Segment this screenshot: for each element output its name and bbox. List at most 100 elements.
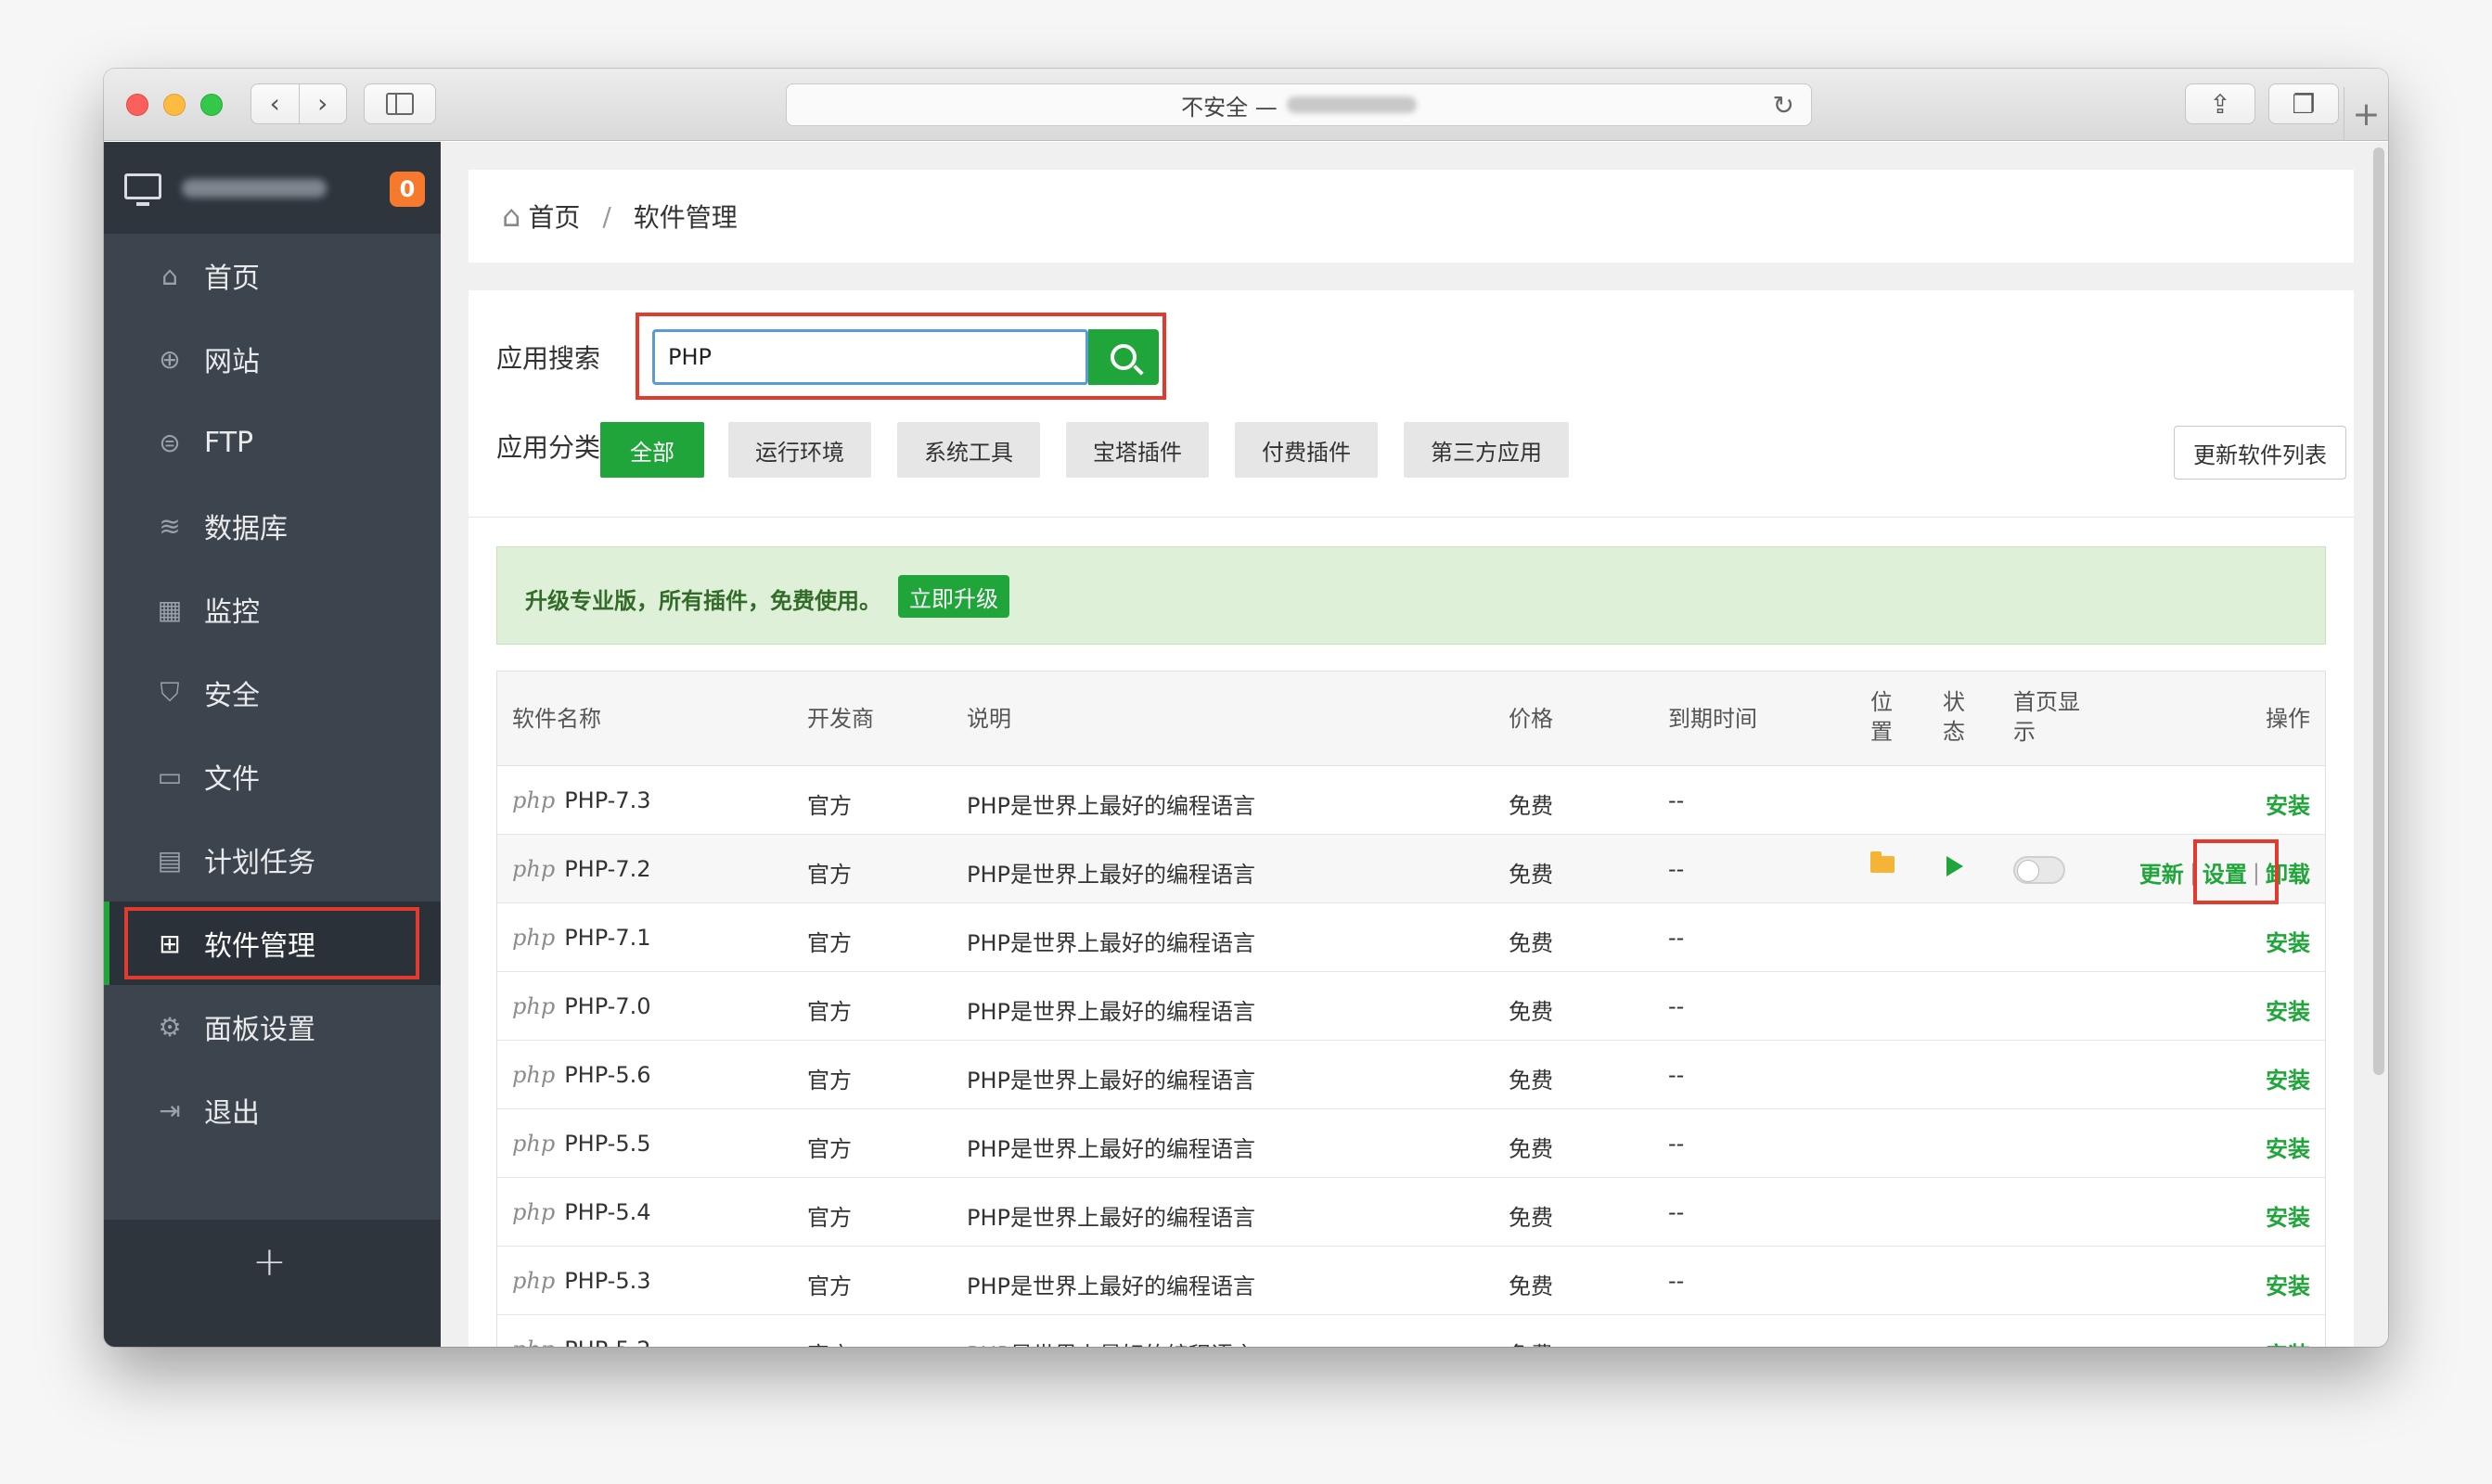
expire-cell: --	[1668, 1268, 1685, 1294]
forward-button[interactable]: ›	[298, 84, 347, 123]
zoom-window-button[interactable]	[200, 94, 223, 116]
row-actions: 更新 | 设置 | 卸载	[2139, 839, 2310, 904]
header-price: 价格	[1509, 706, 1553, 732]
sidebar-item-home[interactable]: ⌂ 首页	[104, 234, 441, 317]
address-bar[interactable]: 不安全 — ↻	[786, 83, 1812, 126]
update-software-list-button[interactable]: 更新软件列表	[2174, 426, 2346, 480]
install-link[interactable]: 安装	[2266, 1199, 2310, 1232]
breadcrumb-home[interactable]: 首页	[528, 198, 580, 235]
close-window-button[interactable]	[126, 94, 148, 116]
home-icon[interactable]: ⌂	[502, 198, 520, 234]
software-name-text: PHP-5.6	[564, 1062, 651, 1088]
minimize-window-button[interactable]	[163, 94, 186, 116]
header-actions: 操作	[2266, 706, 2310, 732]
install-link[interactable]: 安装	[2266, 925, 2310, 957]
install-link[interactable]: 安装	[2266, 1268, 2310, 1300]
share-button[interactable]: ⇪	[2185, 83, 2255, 124]
install-link[interactable]: 安装	[2266, 1062, 2310, 1094]
price-cell: 免费	[1509, 930, 1553, 956]
price-cell: 免费	[1509, 862, 1553, 888]
software-name: php PHP-7.1	[512, 925, 650, 951]
developer-cell: 官方	[807, 930, 852, 956]
notification-badge[interactable]: 0	[390, 172, 425, 207]
price-cell: 免费	[1509, 1068, 1553, 1094]
upgrade-text: 升级专业版，所有插件，免费使用。	[525, 588, 881, 614]
header-status-2: 态	[1943, 719, 1965, 745]
blurred-hostname	[182, 179, 327, 198]
back-button[interactable]: ‹	[251, 84, 299, 123]
search-highlight-box	[636, 313, 1166, 400]
sidebar-item-label: 监控	[204, 596, 260, 629]
software-name: php PHP-7.3	[512, 787, 650, 813]
sidebar-item-files[interactable]: ▭ 文件	[104, 735, 441, 818]
header-description: 说明	[967, 706, 1011, 732]
table-row: php PHP-7.2 官方 PHP是世界上最好的编程语言 免费 -- 更新 | …	[497, 835, 2325, 904]
search-button[interactable]	[1088, 329, 1159, 385]
sidebar-item-label: 计划任务	[204, 847, 315, 879]
category-system-tools-button[interactable]: 系统工具	[897, 422, 1040, 478]
homepage-display-toggle[interactable]	[2013, 856, 2065, 884]
sidebar-item-label: 网站	[204, 346, 260, 378]
php-logo-icon: php	[512, 1199, 556, 1225]
tab-overview-button[interactable]: ❐	[2268, 83, 2339, 124]
title-bar: ‹ › 不安全 — ↻ ⇪ ❐ +	[104, 69, 2388, 141]
folder-icon: ▭	[157, 761, 183, 792]
new-tab-button[interactable]: +	[2344, 87, 2388, 141]
folder-icon[interactable]	[1870, 851, 1895, 873]
sidebar-toggle-button[interactable]	[364, 83, 436, 124]
sidebar-item-website[interactable]: ⊕ 网站	[104, 317, 441, 401]
software-name-text: PHP-7.3	[564, 787, 651, 813]
sidebar-item-ftp[interactable]: ⊜ FTP	[104, 401, 441, 484]
search-input[interactable]	[652, 329, 1088, 385]
table-row: php PHP-5.5 官方 PHP是世界上最好的编程语言 免费 -- 安装	[497, 1109, 2325, 1178]
sidebar-item-label: FTP	[204, 426, 254, 459]
software-name: php PHP-5.4	[512, 1199, 650, 1225]
sidebar-item-panel-settings[interactable]: ⚙ 面板设置	[104, 985, 441, 1068]
sidebar-item-logout[interactable]: ⇥ 退出	[104, 1068, 441, 1152]
php-logo-icon: php	[512, 1131, 556, 1157]
install-link[interactable]: 安装	[2266, 787, 2310, 820]
sidebar-item-software[interactable]: ⊞ 软件管理	[104, 902, 441, 985]
play-icon[interactable]	[1946, 856, 1963, 876]
install-link[interactable]: 安装	[2266, 1337, 2310, 1347]
share-icon: ⇪	[2209, 88, 2231, 120]
table-row: php PHP-5.4 官方 PHP是世界上最好的编程语言 免费 -- 安装	[497, 1178, 2325, 1247]
sidebar-item-monitor[interactable]: ▦ 监控	[104, 568, 441, 651]
category-third-party-button[interactable]: 第三方应用	[1404, 422, 1569, 478]
settings-link[interactable]: 设置	[2192, 839, 2279, 904]
php-logo-icon: php	[512, 787, 556, 813]
calendar-icon: ▤	[157, 844, 183, 876]
upgrade-banner: 升级专业版，所有插件，免费使用。 立即升级	[496, 546, 2326, 645]
software-name-text: PHP-7.1	[564, 925, 651, 951]
category-paid-plugins-button[interactable]: 付费插件	[1235, 422, 1378, 478]
developer-cell: 官方	[807, 999, 852, 1025]
reload-icon[interactable]: ↻	[1773, 90, 1794, 121]
install-link[interactable]: 安装	[2266, 993, 2310, 1026]
price-cell: 免费	[1509, 1205, 1553, 1231]
sidebar-header: 0	[104, 142, 441, 234]
php-logo-icon: php	[512, 1062, 556, 1088]
sidebar-item-cron[interactable]: ▤ 计划任务	[104, 818, 441, 902]
update-link[interactable]: 更新	[2139, 856, 2184, 889]
sidebar-item-security[interactable]: ⛉ 安全	[104, 651, 441, 735]
search-label: 应用搜索	[496, 343, 601, 374]
description-cell: PHP是世界上最好的编程语言	[967, 930, 1255, 956]
vertical-scrollbar[interactable]	[2373, 147, 2384, 1075]
add-shortcut-button[interactable]: +	[252, 1238, 287, 1286]
category-runtime-button[interactable]: 运行环境	[728, 422, 871, 478]
install-link[interactable]: 安装	[2266, 1131, 2310, 1163]
table-row: php PHP-5.2 官方 PHP是世界上最好的编程语言 免费 -- 安装	[497, 1315, 2325, 1347]
software-name: php PHP-7.0	[512, 993, 650, 1019]
software-name-text: PHP-7.2	[564, 856, 651, 882]
table-header: 软件名称 开发商 说明 价格 到期时间 位 置 状 态 首页显 示 操作	[497, 672, 2325, 766]
expire-cell: --	[1668, 787, 1685, 813]
description-cell: PHP是世界上最好的编程语言	[967, 1068, 1255, 1094]
sidebar-item-database[interactable]: ≋ 数据库	[104, 484, 441, 568]
category-all-button[interactable]: 全部	[600, 422, 704, 478]
category-bt-plugins-button[interactable]: 宝塔插件	[1066, 422, 1209, 478]
home-icon: ⌂	[161, 260, 178, 291]
expire-cell: --	[1668, 993, 1685, 1019]
upgrade-now-button[interactable]: 立即升级	[898, 575, 1009, 618]
developer-cell: 官方	[807, 1273, 852, 1299]
table-row: php PHP-7.3 官方 PHP是世界上最好的编程语言 免费 -- 安装	[497, 766, 2325, 835]
